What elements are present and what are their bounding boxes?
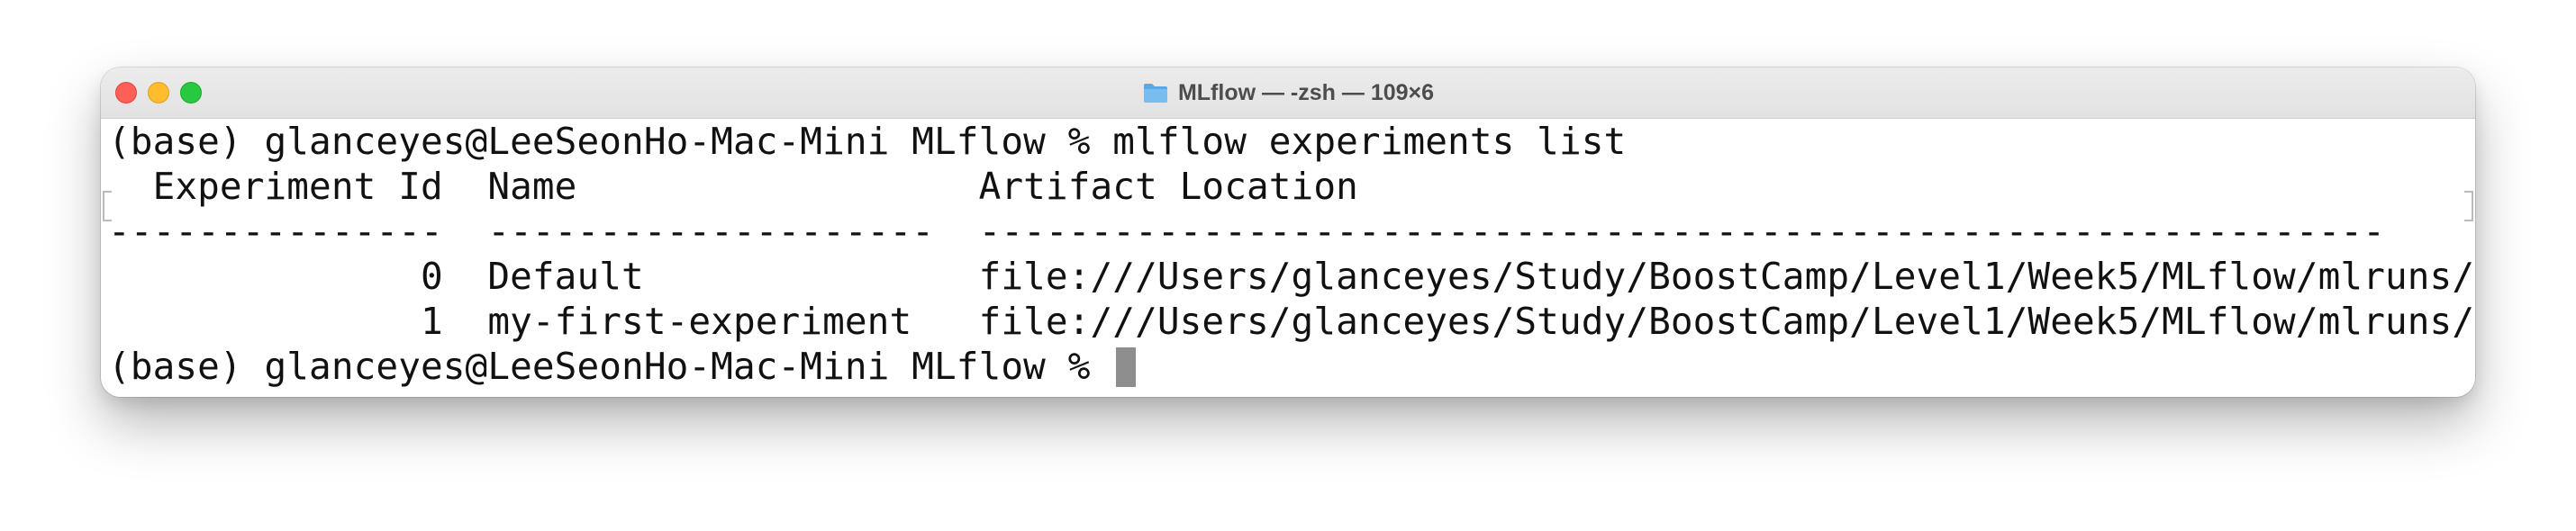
window-title-text: MLflow — -zsh — 109×6 bbox=[1177, 79, 1435, 105]
prompt-text: (base) glanceyes@LeeSeonHo-Mac-Mini MLfl… bbox=[108, 345, 1113, 388]
title-bar[interactable]: MLflow — -zsh — 109×6 bbox=[101, 68, 2475, 119]
terminal-line-row: 1 my-first-experiment file:///Users/glan… bbox=[108, 300, 2475, 343]
text-cursor bbox=[1116, 347, 1137, 387]
terminal-line-header: Experiment Id Name Artifact Location bbox=[108, 165, 1358, 208]
terminal-line-separator: --------------- -------------------- ---… bbox=[108, 210, 2385, 253]
terminal-window: MLflow — -zsh — 109×6 (base) glanceyes@L… bbox=[101, 68, 2475, 397]
terminal-line-command: (base) glanceyes@LeeSeonHo-Mac-Mini MLfl… bbox=[108, 120, 1627, 163]
terminal-line-prompt[interactable]: (base) glanceyes@LeeSeonHo-Mac-Mini MLfl… bbox=[108, 344, 1137, 389]
terminal-content[interactable]: (base) glanceyes@LeeSeonHo-Mac-Mini MLfl… bbox=[101, 119, 2475, 397]
terminal-line-row: 0 Default file:///Users/glanceyes/Study/… bbox=[108, 255, 2475, 298]
mark-bracket-right bbox=[2464, 191, 2473, 221]
window-title: MLflow — -zsh — 109×6 bbox=[101, 68, 2475, 118]
folder-icon bbox=[1142, 81, 1169, 104]
